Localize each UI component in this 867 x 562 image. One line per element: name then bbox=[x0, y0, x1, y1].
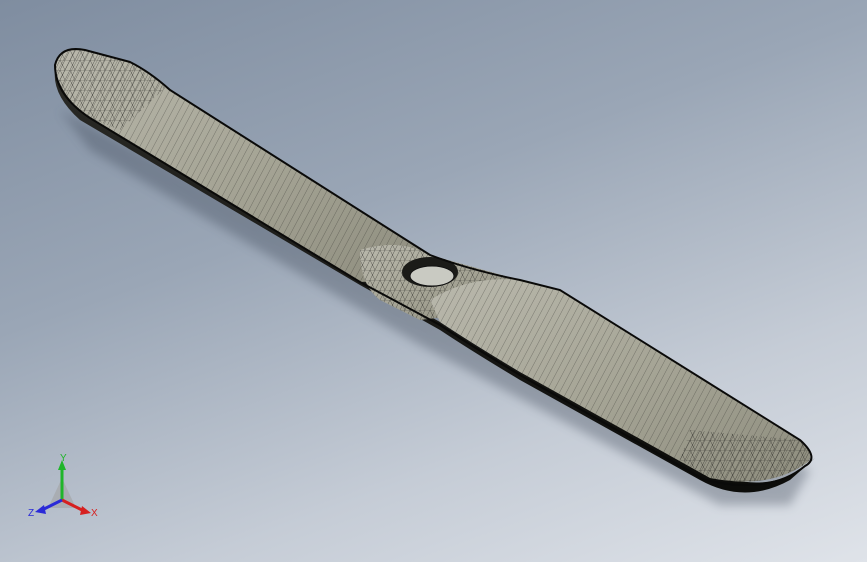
hub-hole-inner bbox=[409, 265, 455, 287]
triad-x-label: X bbox=[91, 508, 98, 519]
3d-viewport[interactable]: Y X Z bbox=[0, 0, 867, 562]
orientation-triad[interactable]: Y X Z bbox=[28, 453, 98, 519]
triad-z-label: Z bbox=[28, 508, 34, 519]
triad-x-arrow bbox=[80, 506, 91, 515]
triad-y-label: Y bbox=[60, 453, 67, 464]
triad-z-arrow bbox=[35, 505, 46, 514]
propeller-model[interactable] bbox=[53, 48, 816, 493]
